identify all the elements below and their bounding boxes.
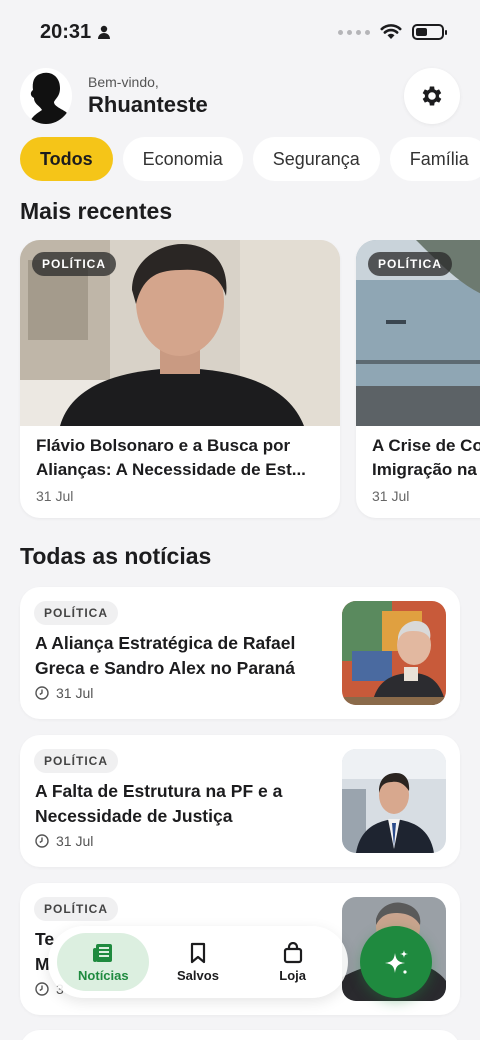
card-title-line2: Imigração na bbox=[372, 460, 477, 479]
username: Rhuanteste bbox=[88, 92, 208, 117]
news-date: 31 Jul bbox=[56, 833, 94, 849]
clock-icon bbox=[35, 982, 49, 996]
nav-store-label: Loja bbox=[279, 967, 306, 983]
user-silhouette-icon bbox=[30, 72, 70, 124]
news-thumbnail bbox=[342, 601, 446, 705]
nav-store[interactable]: Loja bbox=[247, 933, 339, 991]
chip-familia[interactable]: Família bbox=[389, 137, 480, 181]
news-date: 31 Jul bbox=[56, 685, 94, 701]
clock-icon bbox=[35, 834, 49, 848]
chip-seguranca[interactable]: Segurança bbox=[252, 137, 380, 181]
person-icon bbox=[98, 25, 111, 39]
category-badge: POLÍTICA bbox=[32, 252, 116, 276]
card-date: 31 Jul bbox=[372, 488, 410, 504]
card-title: Flávio Bolsonaro e a Busca por bbox=[36, 436, 291, 455]
news-item[interactable]: POLÍTICA A Aliança Estratégica de Rafael… bbox=[20, 587, 460, 719]
recent-card[interactable]: POLÍTICA Flávio Bolsonaro e a Busca por … bbox=[20, 240, 340, 518]
wifi-icon bbox=[380, 24, 402, 39]
avatar[interactable] bbox=[20, 68, 72, 124]
news-item[interactable]: POLÍTICA A Falta de Estrutura na PF e a … bbox=[20, 735, 460, 867]
card-image: POLÍTICA bbox=[20, 240, 340, 426]
settings-button[interactable] bbox=[404, 68, 460, 124]
clock-icon bbox=[35, 686, 49, 700]
welcome-text: Bem-vindo, bbox=[88, 74, 159, 90]
nav-news-label: Notícias bbox=[78, 967, 129, 983]
section-title-recent: Mais recentes bbox=[20, 198, 173, 224]
gear-icon bbox=[422, 86, 442, 106]
nav-news[interactable]: Notícias bbox=[57, 933, 150, 991]
header: Bem-vindo, Rhuanteste bbox=[20, 66, 460, 126]
category-chips: Todos Economia Segurança Família bbox=[0, 130, 480, 190]
news-title: A Falta de Estrutura na PF e a Necessida… bbox=[35, 781, 283, 826]
newspaper-icon bbox=[93, 943, 113, 962]
recent-card[interactable]: POLÍTICA A Crise de Co Imigração na 31 J… bbox=[356, 240, 480, 518]
card-title-line2: Alianças: A Necessidade de Est... bbox=[36, 460, 306, 479]
status-time: 20:31 bbox=[40, 20, 92, 43]
battery-icon bbox=[412, 24, 447, 40]
news-thumbnail bbox=[342, 749, 446, 853]
news-item[interactable] bbox=[20, 1030, 460, 1040]
nav-saved-label: Salvos bbox=[177, 967, 219, 983]
nav-saved[interactable]: Salvos bbox=[152, 933, 244, 991]
signal-icon bbox=[338, 29, 370, 35]
bottom-nav: Notícias Salvos Loja bbox=[48, 926, 348, 998]
chip-economia[interactable]: Economia bbox=[122, 137, 243, 181]
sparkle-icon bbox=[385, 950, 408, 974]
status-bar: 20:31 bbox=[0, 0, 480, 64]
category-badge: POLÍTICA bbox=[368, 252, 452, 276]
chip-todos[interactable]: Todos bbox=[20, 137, 113, 181]
card-date: 31 Jul bbox=[36, 488, 74, 504]
news-title: A Aliança Estratégica de Rafael Greca e … bbox=[35, 633, 296, 678]
ai-sparkle-button[interactable] bbox=[360, 926, 432, 998]
category-badge: POLÍTICA bbox=[34, 897, 118, 921]
bookmark-icon bbox=[190, 942, 206, 963]
category-badge: POLÍTICA bbox=[34, 749, 118, 773]
section-title-all: Todas as notícias bbox=[20, 543, 212, 569]
card-image: POLÍTICA bbox=[356, 240, 480, 426]
category-badge: POLÍTICA bbox=[34, 601, 118, 625]
shopping-bag-icon bbox=[283, 941, 302, 963]
recent-carousel[interactable]: POLÍTICA Flávio Bolsonaro e a Busca por … bbox=[0, 240, 480, 522]
card-title: A Crise de Co bbox=[372, 436, 480, 455]
